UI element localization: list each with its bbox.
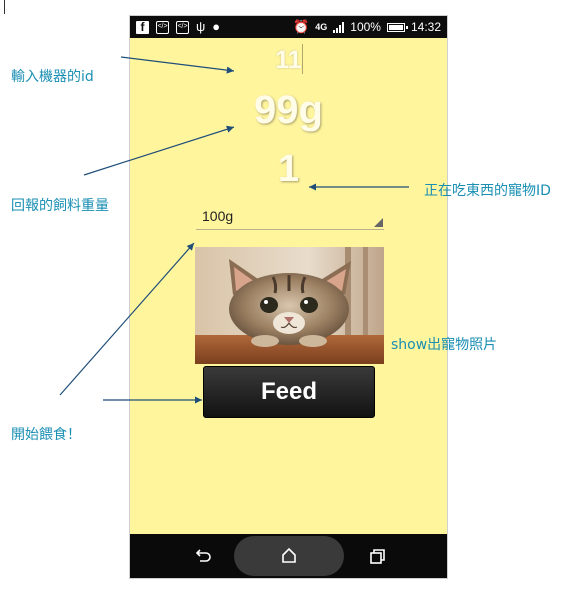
annotation-start-feeding: 開始餵食！ [11,427,81,443]
annotation-eating-pet-id: 正在吃東西的寵物ID [424,183,551,199]
back-icon[interactable] [192,545,214,567]
annotation-input-id: 輸入機器的id [11,69,94,85]
navigation-bar [130,534,447,578]
text-caret [302,44,303,74]
feed-button[interactable]: Feed [203,366,375,418]
pet-photo [195,247,384,364]
battery-icon [386,22,408,32]
facebook-icon: f [136,20,149,34]
android-icon: ● [212,19,221,34]
network-4g-icon: 4G [315,22,328,32]
device-id-input[interactable]: 11 [130,46,447,75]
dropdown-arrow-icon [374,218,383,227]
status-bar-right: ⏰ 4G 100% 14:32 [293,19,441,35]
phone-screen: f </> </> ψ ● ⏰ 4G 100% 14:32 11 99g 1 1… [129,15,448,579]
signal-icon [333,21,345,33]
status-bar: f </> </> ψ ● ⏰ 4G 100% 14:32 [130,16,447,38]
alarm-icon: ⏰ [293,19,310,34]
code-icon: </> [156,20,169,34]
amount-dropdown-value: 100g [202,208,234,224]
reported-weight: 99g [254,88,323,132]
annotation-returned-weight: 回報的飼料重量 [11,198,109,214]
code-icon: </> [176,20,189,34]
amount-dropdown[interactable]: 100g [196,205,384,230]
recents-icon[interactable] [366,545,388,567]
status-time: 14:32 [410,20,441,34]
usb-icon: ψ [196,19,206,34]
annotation-show-pet-photo: show出寵物照片 [391,337,498,353]
battery-percent: 100% [350,20,381,34]
status-bar-left: f </> </> ψ ● [136,20,220,34]
text-cursor-mark [4,0,5,14]
home-icon[interactable] [278,545,300,567]
eating-pet-id: 1 [277,148,300,190]
